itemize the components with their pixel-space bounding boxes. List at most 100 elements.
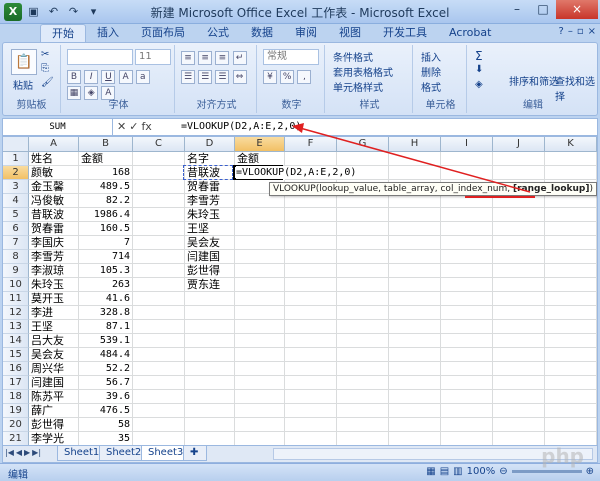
cell-h16[interactable] <box>389 362 441 376</box>
cell-a13[interactable]: 王坚 <box>29 320 79 334</box>
fill-color-icon[interactable]: ◈ <box>84 86 99 100</box>
cell-d10[interactable]: 贾东连 <box>185 278 235 292</box>
row-header-6[interactable]: 6 <box>3 222 29 236</box>
currency-icon[interactable]: ¥ <box>263 70 277 84</box>
select-all-corner[interactable] <box>3 137 29 152</box>
tab-developer[interactable]: 开发工具 <box>372 24 438 42</box>
cell-i15[interactable] <box>441 348 493 362</box>
cell-j10[interactable] <box>493 278 545 292</box>
row-header-10[interactable]: 10 <box>3 278 29 292</box>
comma-icon[interactable]: , <box>297 70 312 84</box>
cell-c11[interactable] <box>133 292 185 306</box>
cell-h12[interactable] <box>389 306 441 320</box>
cell-e9[interactable] <box>235 264 285 278</box>
cell-a5[interactable]: 昔联波 <box>29 208 79 222</box>
cell-c18[interactable] <box>133 390 185 404</box>
ribbon-restore-icon[interactable]: ▫ <box>577 26 584 37</box>
column-header-j[interactable]: J <box>493 137 545 152</box>
column-header-a[interactable]: A <box>29 137 79 152</box>
cell-g15[interactable] <box>337 348 389 362</box>
cell-c7[interactable] <box>133 236 185 250</box>
cell-g5[interactable] <box>337 208 389 222</box>
shrink-font-icon[interactable]: a <box>135 70 150 84</box>
cell-j7[interactable] <box>493 236 545 250</box>
insert-sheet-icon[interactable]: ✚ <box>183 446 207 461</box>
maximize-button[interactable]: □ <box>530 0 556 19</box>
italic-icon[interactable]: I <box>84 70 99 84</box>
cell-h20[interactable] <box>389 418 441 432</box>
in-cell-formula[interactable]: =VLOOKUP(D2,A:E,2,0) <box>236 166 357 179</box>
cell-h13[interactable] <box>389 320 441 334</box>
cell-b10[interactable]: 263 <box>79 278 133 292</box>
cell-a21[interactable]: 李学光 <box>29 432 79 445</box>
cell-d1[interactable]: 名字 <box>185 152 235 166</box>
align-left-icon[interactable]: ☰ <box>181 70 195 84</box>
name-box[interactable]: SUM <box>3 119 113 135</box>
cell-k4[interactable] <box>545 194 597 208</box>
cell-k5[interactable] <box>545 208 597 222</box>
cell-f7[interactable] <box>285 236 337 250</box>
cell-g14[interactable] <box>337 334 389 348</box>
normal-view-icon[interactable]: ▦ <box>426 466 435 477</box>
last-sheet-icon[interactable]: ▶| <box>32 448 41 457</box>
column-header-d[interactable]: D <box>185 137 235 152</box>
cell-e12[interactable] <box>235 306 285 320</box>
page-layout-view-icon[interactable]: ▤ <box>440 466 449 477</box>
cell-j15[interactable] <box>493 348 545 362</box>
ribbon-minimize-icon[interactable]: – <box>568 26 573 37</box>
cell-i9[interactable] <box>441 264 493 278</box>
autosum-icon[interactable]: Σ <box>475 49 483 63</box>
cell-b20[interactable]: 58 <box>79 418 133 432</box>
cell-e14[interactable] <box>235 334 285 348</box>
column-header-f[interactable]: F <box>285 137 337 152</box>
cell-g16[interactable] <box>337 362 389 376</box>
cut-icon[interactable]: ✂ <box>41 49 49 60</box>
cell-g18[interactable] <box>337 390 389 404</box>
copy-icon[interactable]: ⎘ <box>41 63 49 74</box>
cell-c9[interactable] <box>133 264 185 278</box>
cell-e21[interactable] <box>235 432 285 445</box>
cell-i11[interactable] <box>441 292 493 306</box>
wrap-text-icon[interactable]: ↵ <box>232 51 247 65</box>
cell-g21[interactable] <box>337 432 389 445</box>
row-header-16[interactable]: 16 <box>3 362 29 376</box>
fill-icon[interactable]: ⬇ <box>475 64 483 75</box>
cell-d5[interactable]: 朱玲玉 <box>185 208 235 222</box>
page-break-view-icon[interactable]: ▥ <box>453 466 462 477</box>
cell-i14[interactable] <box>441 334 493 348</box>
cell-h14[interactable] <box>389 334 441 348</box>
cell-e11[interactable] <box>235 292 285 306</box>
number-format-select[interactable]: 常规 <box>263 49 319 65</box>
cell-h11[interactable] <box>389 292 441 306</box>
tab-page-layout[interactable]: 页面布局 <box>130 24 196 42</box>
cell-f14[interactable] <box>285 334 337 348</box>
row-header-7[interactable]: 7 <box>3 236 29 250</box>
cell-g19[interactable] <box>337 404 389 418</box>
font-name-select[interactable] <box>67 49 133 65</box>
cell-e16[interactable] <box>235 362 285 376</box>
cell-b19[interactable]: 476.5 <box>79 404 133 418</box>
font-color-icon[interactable]: A <box>101 86 116 100</box>
cell-c19[interactable] <box>133 404 185 418</box>
cell-c4[interactable] <box>133 194 185 208</box>
cell-j5[interactable] <box>493 208 545 222</box>
cell-c15[interactable] <box>133 348 185 362</box>
row-header-13[interactable]: 13 <box>3 320 29 334</box>
zoom-out-icon[interactable]: ⊖ <box>499 466 507 477</box>
cell-c10[interactable] <box>133 278 185 292</box>
cell-c8[interactable] <box>133 250 185 264</box>
cell-c2[interactable] <box>133 166 185 180</box>
cell-e18[interactable] <box>235 390 285 404</box>
cell-h17[interactable] <box>389 376 441 390</box>
cell-e13[interactable] <box>235 320 285 334</box>
row-header-9[interactable]: 9 <box>3 264 29 278</box>
font-size-select[interactable]: 11 <box>135 49 171 65</box>
minimize-button[interactable]: – <box>504 0 530 19</box>
cell-f17[interactable] <box>285 376 337 390</box>
merge-icon[interactable]: ⇔ <box>232 70 247 84</box>
cell-e15[interactable] <box>235 348 285 362</box>
cell-a19[interactable]: 薛广 <box>29 404 79 418</box>
cell-k17[interactable] <box>545 376 597 390</box>
cell-e8[interactable] <box>235 250 285 264</box>
borders-icon[interactable]: ▦ <box>67 86 81 100</box>
